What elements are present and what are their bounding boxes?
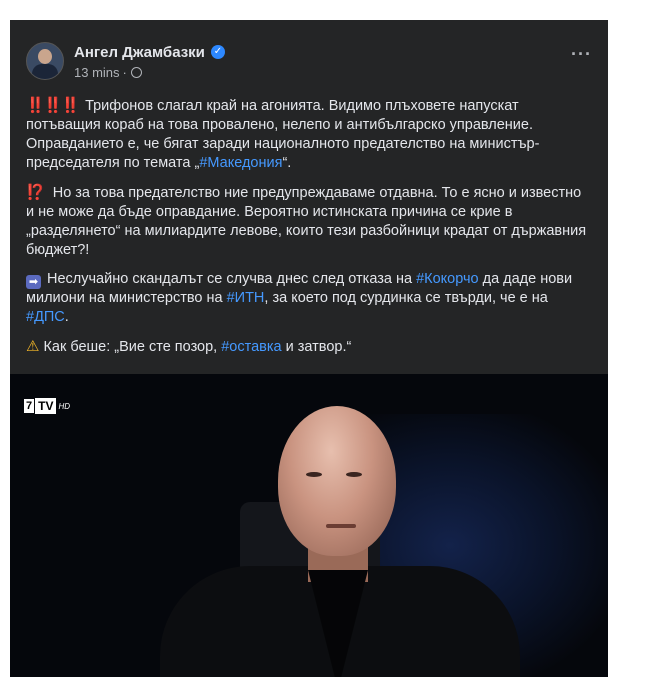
post-header: Ангел Джамбазки ✓ 13 mins · ··· xyxy=(10,20,608,90)
paragraph-3-text-a: Неслучайно скандалът се случва днес след… xyxy=(47,271,417,287)
double-exclamation-icon: ‼️‼️‼️ xyxy=(26,97,80,114)
facebook-post: Ангел Джамбазки ✓ 13 mins · ··· ‼️‼️‼️ Т… xyxy=(10,20,608,677)
paragraph-4: ⚠ Как беше: „Вие сте позор, #оставка и за… xyxy=(26,337,592,357)
warning-icon: ⚠ xyxy=(26,338,40,355)
paragraph-2-text: Но за това предателство ние предупреждав… xyxy=(26,185,587,258)
paragraph-1-end: “. xyxy=(282,155,292,171)
person-right-eye xyxy=(346,472,362,477)
paragraph-3: ➡ Неслучайно скандалът се случва днес сле… xyxy=(26,270,592,327)
author-avatar[interactable] xyxy=(26,42,64,80)
avatar-head xyxy=(38,49,52,64)
post-timestamp[interactable]: 13 mins xyxy=(74,65,120,80)
post-text: ‼️‼️‼️ Трифонов слагал край на агонията.… xyxy=(26,96,592,367)
person-left-eye xyxy=(306,472,322,477)
post-meta: 13 mins · xyxy=(74,64,142,80)
person-mouth xyxy=(326,524,356,528)
logo-tv: TV xyxy=(35,398,57,414)
exclamation-question-icon: ⁉️ xyxy=(26,184,45,201)
hashtag-kokorcho[interactable]: #Кокорчо xyxy=(416,271,479,287)
avatar-body xyxy=(32,64,58,79)
paragraph-3-end: . xyxy=(64,309,69,325)
logo-hd: HD xyxy=(58,401,71,411)
paragraph-1: ‼️‼️‼️ Трифонов слагал край на агонията.… xyxy=(26,96,592,173)
verified-badge-icon: ✓ xyxy=(210,45,225,59)
post-video[interactable]: 7 TV HD xyxy=(10,374,608,677)
hashtag-itn[interactable]: #ИТН xyxy=(227,290,265,306)
globe-icon[interactable] xyxy=(130,66,142,78)
meta-separator: · xyxy=(122,64,127,80)
person-head xyxy=(278,406,396,556)
hashtag-dps[interactable]: #ДПС xyxy=(26,309,65,325)
hashtag-ostavka[interactable]: #оставка xyxy=(221,339,281,355)
paragraph-4-text-b: и затвор.“ xyxy=(281,339,352,355)
more-options-icon[interactable]: ··· xyxy=(571,44,592,65)
author-name[interactable]: Ангел Джамбазки xyxy=(74,44,205,61)
hashtag-makedonia[interactable]: #Македония xyxy=(199,155,282,171)
logo-number: 7 xyxy=(24,399,35,413)
paragraph-2: ⁉️ Но за това предателство ние предупреж… xyxy=(26,183,592,260)
author-row: Ангел Джамбазки ✓ xyxy=(74,42,225,62)
right-arrow-icon: ➡ xyxy=(26,275,41,289)
paragraph-3-text-c: , за което под сурдинка се твърди, че е … xyxy=(264,290,548,306)
paragraph-4-text-a: Как беше: „Вие сте позор, xyxy=(43,339,222,355)
channel-logo: 7 TV HD xyxy=(24,398,70,414)
